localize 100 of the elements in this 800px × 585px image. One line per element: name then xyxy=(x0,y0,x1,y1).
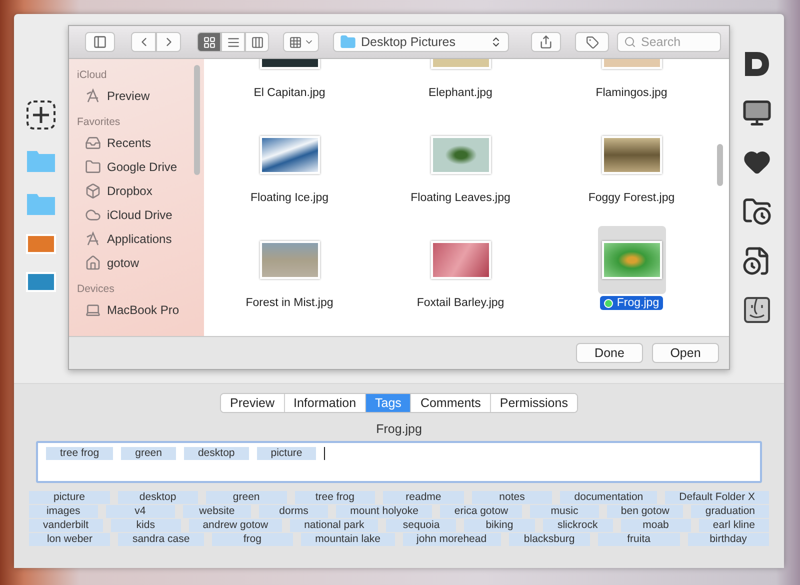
tag-suggestion[interactable]: vanderbilt xyxy=(29,519,103,532)
file-name[interactable]: Forest in Mist.jpg xyxy=(242,296,338,310)
file-name[interactable]: Floating Leaves.jpg xyxy=(406,191,514,205)
tag-suggestion[interactable]: dorms xyxy=(259,505,328,518)
sidebar-item[interactable]: Applications xyxy=(107,232,172,246)
tag-button[interactable] xyxy=(575,32,609,52)
tag-suggestion[interactable]: earl kline xyxy=(698,519,769,532)
search-field[interactable]: Search xyxy=(641,35,711,49)
tag-token[interactable]: desktop xyxy=(184,447,249,460)
tag-suggestion[interactable]: frog xyxy=(212,533,294,546)
tag-suggestion[interactable]: sequoia xyxy=(386,519,456,532)
sidebar-item[interactable]: iCloud Drive xyxy=(107,208,172,222)
photo-placeholder xyxy=(430,241,490,279)
share-button[interactable] xyxy=(531,32,561,52)
sidebar-toggle-button[interactable] xyxy=(85,32,115,52)
tag-suggestion[interactable]: v4 xyxy=(106,505,175,518)
sidebar-item[interactable]: Dropbox xyxy=(107,184,152,198)
group-button[interactable] xyxy=(283,32,319,52)
file-name[interactable]: Floating Ice.jpg xyxy=(246,191,332,205)
sidebar-item[interactable]: Preview xyxy=(107,89,150,103)
tag-token[interactable]: green xyxy=(121,447,176,460)
image-icon[interactable] xyxy=(26,272,56,292)
document-icon[interactable] xyxy=(743,50,771,78)
file-thumbnail[interactable] xyxy=(598,226,666,294)
photo-placeholder xyxy=(430,136,490,174)
tag-token[interactable]: tree frog xyxy=(46,447,114,460)
dialog-button[interactable]: Done xyxy=(576,343,643,363)
photo-placeholder xyxy=(602,241,662,279)
add-icon[interactable] xyxy=(26,100,56,130)
cloud-icon xyxy=(85,207,101,223)
search-icon xyxy=(624,36,636,48)
search-box[interactable]: Search xyxy=(617,32,721,52)
box-icon xyxy=(85,183,101,199)
sidebar-icon xyxy=(93,35,107,49)
scrollbar[interactable] xyxy=(194,65,200,175)
file-name[interactable]: Foxtail Barley.jpg xyxy=(412,296,508,310)
tab[interactable]: Permissions xyxy=(490,394,577,412)
face-icon[interactable] xyxy=(743,296,771,324)
share-icon xyxy=(539,35,553,49)
tag-suggestion[interactable]: mount holyoke xyxy=(336,505,432,518)
tag-suggestion[interactable]: biking xyxy=(464,519,535,532)
sidebar-item[interactable]: gotow xyxy=(107,256,140,270)
updown-icon xyxy=(490,36,502,48)
view-button[interactable] xyxy=(221,32,245,52)
tag-suggestion[interactable]: website xyxy=(182,505,252,518)
tag-suggestion[interactable]: desktop xyxy=(118,491,198,504)
sidebar-item[interactable]: Google Drive xyxy=(107,160,178,174)
sidebar-item[interactable]: MacBook Pro xyxy=(107,303,180,317)
tag-suggestion[interactable]: sandra case xyxy=(118,533,204,546)
tag-suggestion[interactable]: documentation xyxy=(560,491,658,504)
tag-suggestion[interactable]: blacksburg xyxy=(508,533,590,546)
columns-icon xyxy=(250,36,264,48)
text-cursor xyxy=(324,447,326,460)
tag-suggestion[interactable]: national park xyxy=(290,519,378,532)
file-name[interactable]: El Capitan.jpg xyxy=(250,86,330,100)
file-name[interactable]: Elephant.jpg xyxy=(424,86,496,100)
scrollbar[interactable] xyxy=(717,144,723,186)
view-button[interactable] xyxy=(197,32,221,52)
home-icon xyxy=(85,255,101,271)
view-button[interactable] xyxy=(245,32,269,52)
tag-suggestion[interactable]: images xyxy=(29,505,98,518)
tag-suggestion[interactable]: graduation xyxy=(691,505,769,518)
tag-suggestion[interactable]: slickrock xyxy=(542,519,613,532)
tag-suggestion[interactable]: ben gotow xyxy=(606,505,684,518)
tag-suggestion[interactable]: fruita xyxy=(598,533,680,546)
tag-icon xyxy=(586,36,598,48)
section-header: Devices xyxy=(77,282,116,297)
list-icon xyxy=(226,36,240,48)
tag-suggestion[interactable]: mountain lake xyxy=(301,533,395,546)
file-name[interactable]: Flamingos.jpg xyxy=(592,86,672,100)
app-icon xyxy=(85,88,101,104)
tag-suggestion[interactable]: music xyxy=(530,505,599,518)
tag-suggestion[interactable]: moab xyxy=(620,519,691,532)
location-popup[interactable]: Desktop Pictures xyxy=(333,32,509,52)
folder-clock-icon[interactable] xyxy=(742,196,772,226)
folder-icon xyxy=(340,34,356,50)
tag-suggestion[interactable]: notes xyxy=(472,491,552,504)
tag-suggestion[interactable]: tree frog xyxy=(294,491,376,504)
file-name[interactable]: Foggy Forest.jpg xyxy=(584,191,679,205)
file-name[interactable]: Frog.jpg xyxy=(600,296,664,310)
image-icon[interactable] xyxy=(26,234,56,254)
monitor-icon[interactable] xyxy=(742,98,772,128)
photo-placeholder xyxy=(260,241,320,279)
tag-suggestion[interactable]: john morehead xyxy=(402,533,501,546)
tag-suggestion[interactable]: birthday xyxy=(688,533,769,546)
tag-token[interactable]: picture xyxy=(256,447,316,460)
tag-suggestion[interactable]: andrew gotow xyxy=(188,519,282,532)
sidebar-item[interactable]: Recents xyxy=(107,136,152,150)
tag-suggestion[interactable]: kids xyxy=(110,519,181,532)
tag-suggestion[interactable]: readme xyxy=(383,491,464,504)
dialog-button[interactable]: Open xyxy=(652,343,719,363)
tag-suggestion[interactable]: picture xyxy=(28,491,110,504)
tag-suggestion[interactable]: Default Folder X xyxy=(665,491,770,504)
tag-suggestion[interactable]: green xyxy=(206,491,287,504)
tag-suggestion[interactable]: erica gotow xyxy=(440,505,522,518)
tag-suggestion[interactable]: lon weber xyxy=(29,533,110,546)
photo-placeholder xyxy=(260,136,320,174)
photo-placeholder xyxy=(602,136,662,174)
tag-input-field[interactable]: tree frog green desktop picture xyxy=(36,441,762,483)
section-header: Favorites xyxy=(77,115,122,130)
